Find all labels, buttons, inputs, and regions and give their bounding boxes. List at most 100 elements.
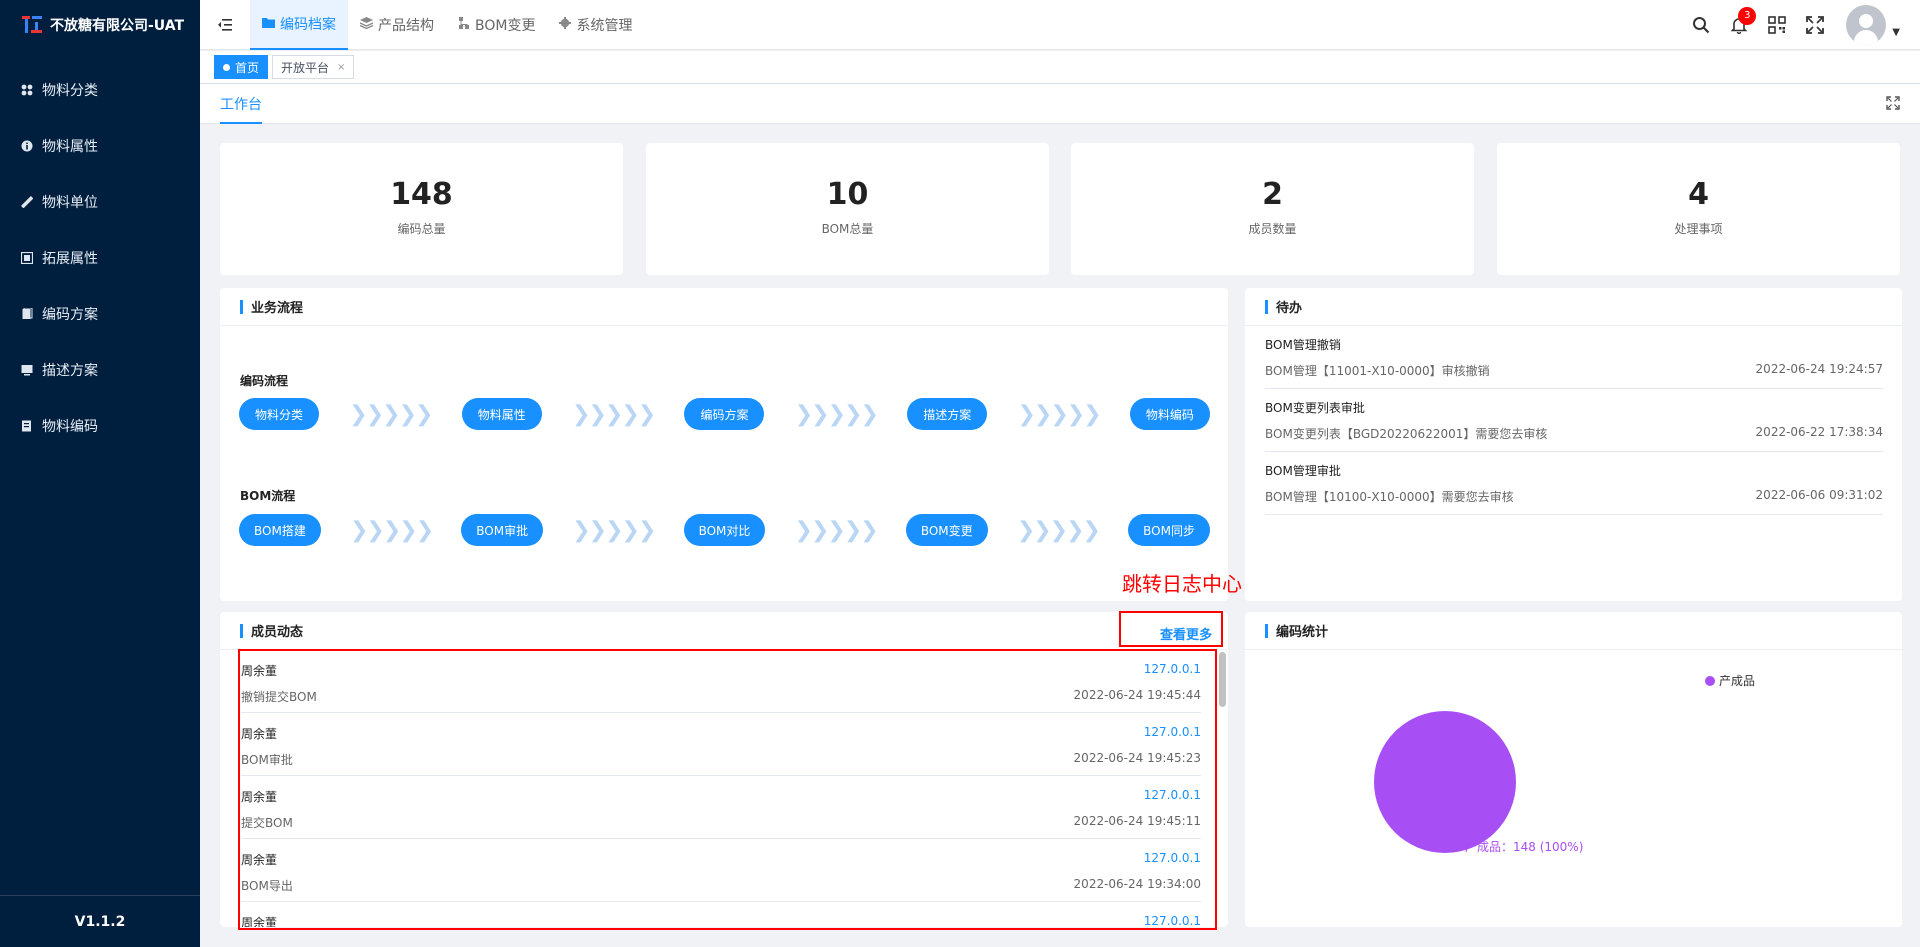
sidebar-item-label: 编码方案 <box>42 307 98 323</box>
tab-label: 编码档案 <box>280 16 336 33</box>
grid-icon <box>20 83 34 97</box>
layers-icon <box>359 17 374 32</box>
stat-label: 成员数量 <box>1248 222 1297 236</box>
app-logo[interactable]: 不放糖有限公司-UAT <box>0 0 200 50</box>
title-bar <box>240 299 243 314</box>
stat-value: 148 <box>390 177 453 212</box>
business-flow-panel: 业务流程 编码流程 物料分类 ❯❯❯❯❯ 物料属性 ❯❯❯❯❯ 编码方案 ❯❯❯… <box>220 288 1228 601</box>
sidebar-item-extended-attribute[interactable]: 拓展属性 <box>0 230 200 286</box>
stat-label: 处理事项 <box>1674 222 1723 236</box>
collapse-sidebar-button[interactable] <box>200 0 250 50</box>
panel-title-text: 成员动态 <box>251 625 304 640</box>
title-bar <box>240 623 243 638</box>
sidebar-item-material-code[interactable]: 物料编码 <box>0 398 200 454</box>
close-icon[interactable]: × <box>337 62 345 73</box>
ruler-icon <box>20 195 34 209</box>
title-bar <box>1265 623 1268 638</box>
todo-time: 2022-06-06 09:31:02 <box>1755 488 1883 502</box>
sidebar-item-coding-scheme[interactable]: 编码方案 <box>0 286 200 342</box>
flow-step-bom-compare[interactable]: BOM对比 <box>683 514 766 546</box>
header-toolbar: 3 ▼ <box>1682 0 1900 50</box>
flow-step-material-category[interactable]: 物料分类 <box>239 398 319 430</box>
code-flow-label: 编码流程 <box>240 374 289 388</box>
stat-card-pending-items: 4 处理事项 <box>1497 143 1900 275</box>
tab-product-structure[interactable]: 产品结构 <box>348 0 446 50</box>
tab-coding-archive[interactable]: 编码档案 <box>250 0 348 50</box>
sidebar-item-material-unit[interactable]: 物料单位 <box>0 174 200 230</box>
scrollbar-thumb[interactable] <box>1219 652 1226 707</box>
stat-card-bom-total: 10 BOM总量 <box>646 143 1049 275</box>
chevrons-right-icon: ❯❯❯❯❯ <box>349 401 433 427</box>
tab-bom-change[interactable]: BOM变更 <box>446 0 547 50</box>
sidebar: 不放糖有限公司-UAT 物料分类 物料属性 物料单位 拓展属性 编码方案 描述方… <box>0 0 200 947</box>
pie-slice-0[interactable] <box>1374 711 1516 853</box>
chevrons-right-icon: ❯❯❯❯❯ <box>572 517 656 543</box>
title-bar <box>1265 299 1268 314</box>
code-icon <box>20 419 34 433</box>
sidebar-item-label: 拓展属性 <box>42 251 98 267</box>
slice-label: 产成品：148 (100%) <box>1465 840 1583 854</box>
todo-desc: BOM管理【10100-X10-0000】需要您去审核 <box>1265 490 1514 504</box>
panel-title-text: 编码统计 <box>1276 625 1329 640</box>
chevron-down-icon[interactable]: ▼ <box>1892 27 1900 38</box>
stat-card-code-total: 148 编码总量 <box>220 143 623 275</box>
qrcode-button[interactable] <box>1758 0 1796 50</box>
flow-step-bom-approve[interactable]: BOM审批 <box>461 514 544 546</box>
active-dot-icon <box>223 63 230 71</box>
todo-desc: BOM管理【11001-X10-0000】审核撤销 <box>1265 364 1490 378</box>
sidebar-item-material-category[interactable]: 物料分类 <box>0 62 200 118</box>
bom-flow-row: BOM搭建 ❯❯❯❯❯ BOM审批 ❯❯❯❯❯ BOM对比 ❯❯❯❯❯ BOM变… <box>239 514 1210 546</box>
todo-time: 2022-06-24 19:24:57 <box>1755 362 1883 376</box>
notification-button[interactable]: 3 <box>1720 0 1758 50</box>
tag-open-platform[interactable]: 开放平台 × <box>272 55 355 79</box>
tag-home[interactable]: 首页 <box>214 55 269 79</box>
sidebar-item-description-scheme[interactable]: 描述方案 <box>0 342 200 398</box>
todo-title: BOM变更列表审批 <box>1265 401 1365 415</box>
pie-chart[interactable]: 产成品：148 (100%) <box>1245 652 1902 922</box>
panel-title-text: 业务流程 <box>251 301 304 316</box>
stat-label: 编码总量 <box>397 222 446 236</box>
code-flow-row: 物料分类 ❯❯❯❯❯ 物料属性 ❯❯❯❯❯ 编码方案 ❯❯❯❯❯ 描述方案 ❯❯… <box>239 398 1210 430</box>
tab-label: 产品结构 <box>378 17 434 34</box>
chevrons-right-icon: ❯❯❯❯❯ <box>1016 517 1101 543</box>
todo-item[interactable]: BOM管理撤销 BOM管理【11001-X10-0000】审核撤销 2022-0… <box>1265 326 1883 389</box>
panel-title: 编码统计 <box>1245 612 1902 650</box>
todo-item[interactable]: BOM变更列表审批 BOM变更列表【BGD20220622001】需要您去审核 … <box>1265 389 1883 452</box>
bom-flow-label: BOM流程 <box>240 489 296 503</box>
info-icon <box>20 139 34 153</box>
extend-icon <box>20 251 34 265</box>
flow-step-material-code[interactable]: 物料编码 <box>1129 398 1210 430</box>
chevrons-right-icon: ❯❯❯❯❯ <box>794 517 879 543</box>
flow-step-material-attribute[interactable]: 物料属性 <box>461 398 542 430</box>
sidebar-item-label: 物料单位 <box>42 195 98 211</box>
flow-step-bom-change[interactable]: BOM变更 <box>905 514 988 546</box>
tab-system-management[interactable]: 系统管理 <box>547 0 644 50</box>
annotation-text: 跳转日志中心 <box>1122 572 1242 596</box>
tab-workbench[interactable]: 工作台 <box>220 94 262 124</box>
chevrons-right-icon: ❯❯❯❯❯ <box>1017 401 1101 427</box>
search-button[interactable] <box>1682 0 1720 50</box>
stat-value: 10 <box>826 177 869 212</box>
chevrons-right-icon: ❯❯❯❯❯ <box>794 401 879 427</box>
flow-step-bom-build[interactable]: BOM搭建 <box>239 514 321 546</box>
avatar[interactable] <box>1846 5 1887 45</box>
top-header: 编码档案 产品结构 BOM变更 系统管理 3 ▼ <box>200 0 1920 50</box>
qrcode-icon <box>1768 16 1787 34</box>
panel-title-text: 待办 <box>1276 301 1303 316</box>
flow-step-bom-sync[interactable]: BOM同步 <box>1128 514 1210 546</box>
code-stats-panel: 编码统计 产成品 产成品：148 (100%) <box>1245 612 1902 927</box>
doc-icon <box>20 307 34 321</box>
expand-icon[interactable] <box>1886 96 1900 114</box>
flow-step-coding-scheme[interactable]: 编码方案 <box>684 398 765 430</box>
stat-value: 2 <box>1262 177 1283 212</box>
annotation-highlight-view-more <box>1119 611 1223 647</box>
todo-desc: BOM变更列表【BGD20220622001】需要您去审核 <box>1265 427 1548 441</box>
todo-item[interactable]: BOM管理审批 BOM管理【10100-X10-0000】需要您去审核 2022… <box>1265 452 1883 515</box>
todo-title: BOM管理撤销 <box>1265 338 1341 352</box>
sidebar-item-label: 物料属性 <box>42 139 98 155</box>
folder-icon <box>262 17 275 31</box>
flow-step-description-scheme[interactable]: 描述方案 <box>907 398 988 430</box>
workspace-tabs: 工作台 <box>200 84 1920 124</box>
sidebar-item-material-attribute[interactable]: 物料属性 <box>0 118 200 174</box>
fullscreen-button[interactable] <box>1796 0 1834 50</box>
